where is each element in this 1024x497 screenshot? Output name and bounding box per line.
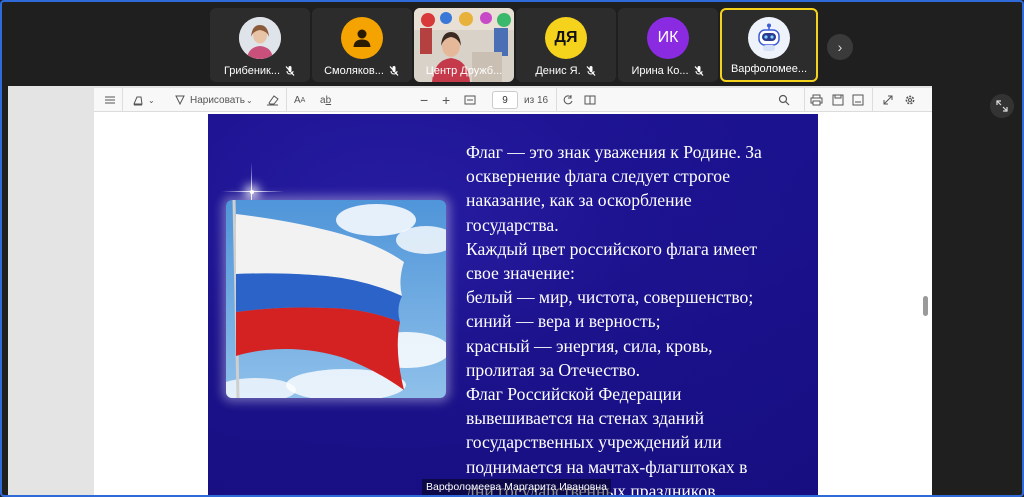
draw-button[interactable]: Нарисовать [190, 88, 245, 112]
expand-icon [996, 100, 1008, 112]
page-view-icon[interactable] [584, 88, 596, 112]
document-page-area: Флаг — это знак уважения к Родине. За ос… [94, 112, 932, 495]
slide-text-line: синий — вера и верность; [466, 311, 661, 332]
read-aloud-icon[interactable]: ab [320, 88, 331, 112]
participant-tile-active[interactable]: Варфоломее... [720, 8, 818, 82]
app-window: Грибеник... Смоляков... Центр Дружб... Д… [0, 0, 1024, 497]
participant-tile[interactable]: Смоляков... [312, 8, 412, 82]
pen-icon[interactable] [174, 88, 186, 112]
expand-button[interactable] [990, 94, 1014, 118]
participant-tile-video[interactable]: Центр Дружб... [414, 8, 514, 82]
next-participants-button[interactable]: › [827, 34, 853, 60]
page-number-input[interactable]: 9 [492, 91, 518, 109]
page-total: из 16 [524, 94, 549, 106]
participants-strip: Грибеник... Смоляков... Центр Дружб... Д… [2, 6, 1022, 84]
slide-text-line: пролитая за Отечество. [466, 359, 641, 380]
user-icon [341, 17, 383, 59]
save-icon[interactable] [832, 88, 844, 112]
pdf-toolbar: ⌄ Нарисовать ⌄ AA ab − + 9 из 16 [94, 88, 932, 112]
fullscreen-icon[interactable] [882, 88, 894, 112]
participant-name: Денис Я. [535, 65, 581, 77]
slide: Флаг — это знак уважения к Родине. За ос… [208, 114, 818, 495]
participant-tile[interactable]: ИК Ирина Ко... [618, 8, 718, 82]
chevron-down-icon[interactable]: ⌄ [246, 88, 253, 112]
avatar: ДЯ [545, 17, 587, 59]
avatar [239, 17, 281, 59]
highlighter-icon[interactable] [132, 88, 144, 112]
russian-flag-image [226, 200, 446, 398]
divider [122, 88, 123, 112]
participant-name: Варфоломее... [730, 63, 808, 75]
divider [556, 88, 557, 112]
slide-text-line: белый — мир, чистота, совершенство; [466, 287, 754, 308]
avatar: ИК [647, 17, 689, 59]
chevron-down-icon[interactable]: ⌄ [148, 88, 155, 112]
zoom-out-button[interactable]: − [420, 88, 428, 112]
slide-text-line: государства. [466, 214, 559, 235]
print-icon[interactable] [810, 88, 823, 112]
slide-text-line: государственных учреждений или [466, 432, 722, 453]
divider [286, 88, 287, 112]
slide-text-line: свое значение: [466, 263, 575, 284]
participant-name: Смоляков... [324, 65, 384, 77]
slide-text-line: вывешивается на стенах зданий [466, 408, 704, 429]
zoom-in-button[interactable]: + [442, 88, 450, 112]
participant-tile[interactable]: Грибеник... [210, 8, 310, 82]
gear-icon[interactable] [904, 88, 916, 112]
mic-off-icon [285, 66, 295, 76]
divider [872, 88, 873, 112]
list-icon[interactable] [104, 88, 116, 112]
participant-tile[interactable]: ДЯ Денис Я. [516, 8, 616, 82]
robot-icon [748, 17, 790, 59]
mic-off-icon [389, 66, 399, 76]
scrollbar[interactable] [923, 296, 928, 316]
slide-text-line: Каждый цвет российского флага имеет [466, 238, 758, 259]
slide-text-line: поднимается на мачтах-флагштоках в [466, 456, 748, 477]
mic-off-icon [586, 66, 596, 76]
eraser-icon[interactable] [266, 88, 279, 112]
slide-text-line: красный — энергия, сила, кровь, [466, 335, 713, 356]
speaker-caption: Варфоломеева Маргарита Ивановна [422, 479, 611, 495]
participant-name: Грибеник... [223, 65, 281, 77]
slide-text: Флаг — это знак уважения к Родине. За ос… [466, 140, 816, 495]
rotate-icon[interactable] [562, 88, 574, 112]
slide-text-line: осквернение флага следует строгое [466, 166, 731, 187]
participant-name: Центр Дружб... [425, 65, 503, 77]
save-as-icon[interactable] [852, 88, 864, 112]
shared-screen: ⌄ Нарисовать ⌄ AA ab − + 9 из 16 Флаг — … [8, 86, 932, 495]
slide-text-line: Флаг Российской Федерации [466, 384, 682, 405]
slide-text-line: Флаг — это знак уважения к Родине. За [466, 142, 762, 162]
fit-page-icon[interactable] [464, 88, 476, 112]
search-icon[interactable] [778, 88, 790, 112]
text-size-icon[interactable]: AA [294, 88, 305, 112]
participant-name: Ирина Ко... [631, 65, 689, 77]
chevron-right-icon: › [837, 39, 843, 55]
slide-text-line: наказание, как за оскорбление [466, 190, 692, 211]
mic-off-icon [694, 66, 704, 76]
divider [804, 88, 805, 112]
